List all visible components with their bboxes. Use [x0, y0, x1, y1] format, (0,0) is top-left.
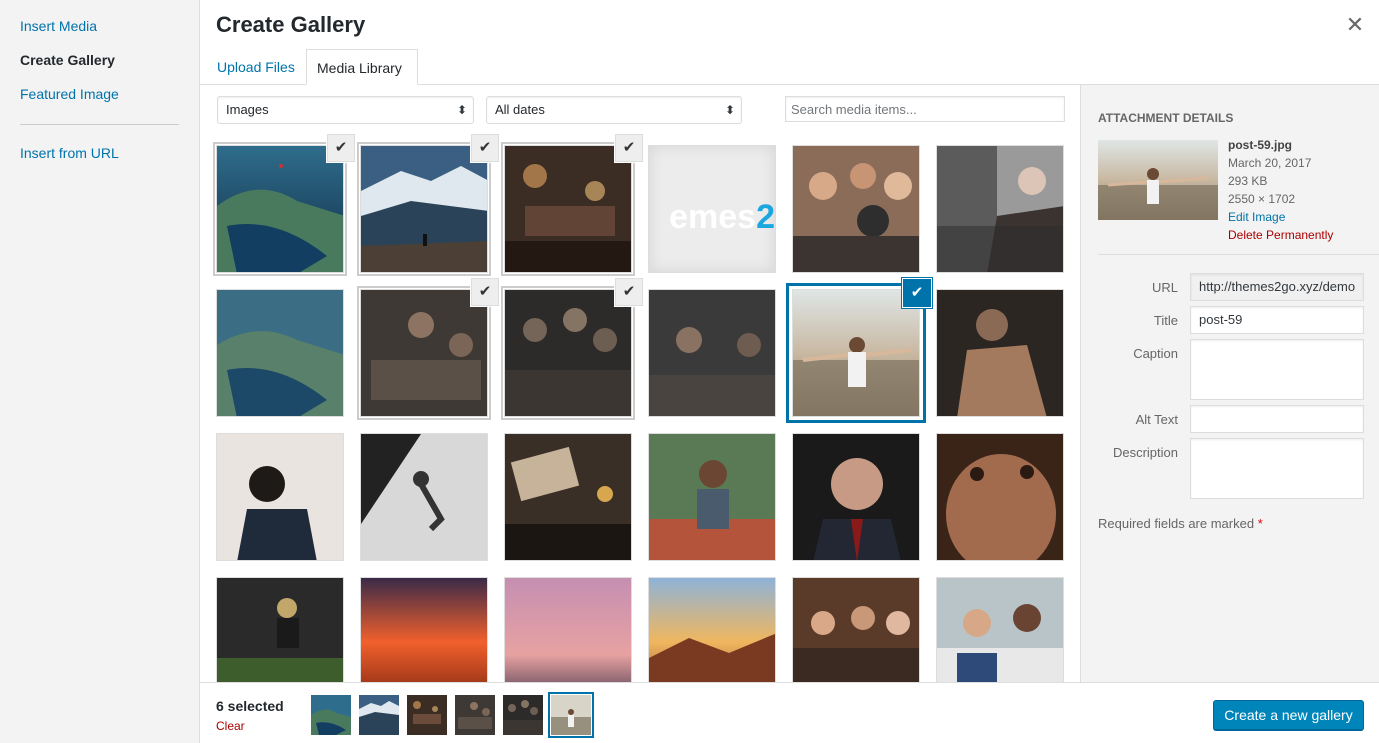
- close-icon[interactable]: ✕: [1342, 12, 1368, 38]
- media-thumbnail[interactable]: [504, 145, 632, 273]
- caption-label: Caption: [1133, 346, 1178, 361]
- details-heading: ATTACHMENT DETAILS: [1098, 111, 1234, 125]
- tab-upload-files[interactable]: Upload Files: [207, 49, 305, 85]
- media-thumbnail[interactable]: [216, 145, 344, 273]
- checkmark-icon[interactable]: ✔: [615, 278, 643, 306]
- menu-item-featured-image[interactable]: Featured Image: [20, 86, 119, 102]
- tab-media-library[interactable]: Media Library: [306, 49, 418, 85]
- select-arrows-icon: ⬍: [724, 103, 735, 117]
- media-grid: ✔ ✔ ✔ emes2 ✔ ✔ ✔: [200, 130, 1080, 682]
- media-thumbnail[interactable]: [936, 433, 1064, 561]
- selection-thumbnail[interactable]: [407, 695, 447, 735]
- edit-image-link[interactable]: Edit Image: [1228, 208, 1333, 226]
- media-thumbnail[interactable]: [648, 289, 776, 417]
- checkmark-icon[interactable]: ✔: [903, 279, 931, 307]
- media-thumbnail[interactable]: [216, 433, 344, 561]
- date-filter-value: All dates: [495, 102, 545, 117]
- media-thumbnail[interactable]: [360, 289, 488, 417]
- url-label: URL: [1151, 280, 1178, 295]
- details-divider: [1098, 254, 1379, 255]
- checkmark-icon[interactable]: ✔: [471, 278, 499, 306]
- description-field[interactable]: [1190, 438, 1364, 499]
- media-menu: Insert Media Create Gallery Featured Ima…: [0, 0, 200, 743]
- selected-count: 6 selected: [216, 698, 284, 714]
- attachment-date: March 20, 2017: [1228, 156, 1312, 170]
- media-thumbnail[interactable]: [360, 145, 488, 273]
- media-thumbnail[interactable]: [216, 577, 344, 682]
- type-filter-value: Images: [226, 102, 269, 117]
- media-thumbnail[interactable]: [504, 433, 632, 561]
- modal-title: Create Gallery: [216, 12, 366, 37]
- delete-permanently-link[interactable]: Delete Permanently: [1228, 226, 1333, 244]
- checkmark-icon[interactable]: ✔: [327, 134, 355, 162]
- alt-text-label: Alt Text: [1135, 412, 1178, 427]
- select-arrows-icon: ⬍: [456, 103, 467, 117]
- attachment-size: 293 KB: [1228, 174, 1268, 188]
- required-star: *: [1257, 516, 1263, 531]
- media-thumbnail[interactable]: [648, 433, 776, 561]
- caption-field[interactable]: [1190, 339, 1364, 400]
- media-thumbnail[interactable]: [360, 433, 488, 561]
- checkmark-icon[interactable]: ✔: [615, 134, 643, 162]
- selection-thumbnail[interactable]: [311, 695, 351, 735]
- media-thumbnail[interactable]: [936, 145, 1064, 273]
- attachment-details-panel: ATTACHMENT DETAILS post-59.jpg March 20,…: [1080, 85, 1379, 682]
- media-thumbnail[interactable]: [360, 577, 488, 682]
- menu-item-create-gallery[interactable]: Create Gallery: [20, 52, 115, 68]
- attachment-filename: post-59.jpg: [1228, 138, 1293, 152]
- media-thumbnail[interactable]: [936, 289, 1064, 417]
- url-field[interactable]: http://themes2go.xyz/demo: [1190, 273, 1364, 301]
- media-thumbnail[interactable]: [216, 289, 344, 417]
- search-input[interactable]: [785, 96, 1065, 122]
- menu-item-insert-from-url[interactable]: Insert from URL: [20, 145, 119, 161]
- media-thumbnail[interactable]: [792, 289, 920, 417]
- alt-text-field[interactable]: [1190, 405, 1364, 433]
- selection-thumbnail[interactable]: [551, 695, 591, 735]
- attachment-preview: [1098, 140, 1218, 220]
- create-gallery-button[interactable]: Create a new gallery: [1213, 700, 1364, 730]
- media-thumbnail[interactable]: emes2: [648, 145, 776, 273]
- date-filter-select[interactable]: All dates ⬍: [486, 96, 742, 124]
- required-note: Required fields are marked *: [1098, 516, 1263, 531]
- title-field[interactable]: post-59: [1190, 306, 1364, 334]
- attachment-dimensions: 2550 × 1702: [1228, 192, 1296, 206]
- menu-item-insert-media[interactable]: Insert Media: [20, 18, 97, 34]
- media-thumbnail[interactable]: [648, 577, 776, 682]
- media-thumbnail[interactable]: [792, 577, 920, 682]
- menu-separator: [20, 124, 179, 125]
- type-filter-select[interactable]: Images ⬍: [217, 96, 474, 124]
- media-thumbnail[interactable]: [792, 433, 920, 561]
- description-label: Description: [1112, 445, 1178, 460]
- selection-thumbnail[interactable]: [503, 695, 543, 735]
- selection-thumbnail[interactable]: [455, 695, 495, 735]
- media-thumbnail[interactable]: [504, 289, 632, 417]
- media-thumbnail[interactable]: [936, 577, 1064, 682]
- selection-toolbar: 6 selected Clear: [200, 682, 1379, 743]
- media-thumbnail[interactable]: [792, 145, 920, 273]
- thumbnail-logo-text: emes2: [669, 198, 775, 236]
- clear-selection-link[interactable]: Clear: [216, 719, 245, 733]
- selection-thumbnail[interactable]: [359, 695, 399, 735]
- title-label: Title: [1153, 313, 1178, 328]
- checkmark-icon[interactable]: ✔: [471, 134, 499, 162]
- attachment-meta: post-59.jpg March 20, 2017 293 KB 2550 ×…: [1228, 136, 1333, 244]
- media-thumbnail[interactable]: [504, 577, 632, 682]
